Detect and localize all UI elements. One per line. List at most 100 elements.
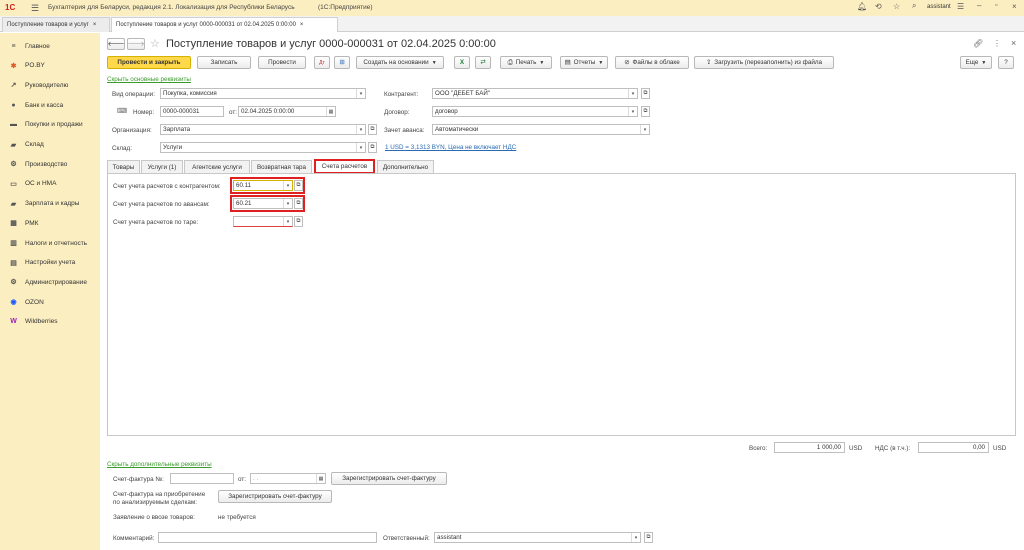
user-name[interactable]: assistant — [927, 4, 951, 10]
star-icon[interactable]: ☆ — [893, 2, 900, 11]
sidebar-item-9[interactable]: ▦ РМК — [0, 214, 100, 232]
restore-icon[interactable]: ▫ — [995, 2, 997, 9]
calendar-icon[interactable]: ▦ — [326, 107, 335, 116]
sidebar-item-2[interactable]: ↗ Руководителю — [0, 76, 100, 94]
counterparty-field[interactable]: ООО "ДЕБЕТ БАЙ" ▾ — [432, 88, 638, 99]
close-icon[interactable]: × — [300, 22, 304, 28]
open-link-icon[interactable]: ⧉ — [641, 106, 650, 117]
spark-icon: ✱ — [10, 62, 17, 70]
open-link-icon[interactable]: ⧉ — [368, 124, 377, 135]
history-icon[interactable]: ⟲ — [875, 2, 882, 11]
more-button[interactable]: Еще ▼ — [960, 56, 992, 69]
favorite-star-icon[interactable]: ☆ — [150, 37, 160, 50]
sidebar-item-8[interactable]: ▰ Зарплата и кадры — [0, 195, 100, 213]
minimize-icon[interactable]: – — [977, 1, 981, 10]
forward-button[interactable]: 🡒 — [127, 38, 145, 50]
sidebar-item-14[interactable]: W Wildberries — [0, 313, 100, 331]
operation-value: Покупка, комиссия — [163, 90, 217, 97]
number-field[interactable]: 0000-000031 — [160, 106, 224, 117]
print-button[interactable]: ⎙ Печать ▼ — [500, 56, 552, 69]
help-button[interactable]: ? — [998, 56, 1014, 69]
post-and-close-button[interactable]: Провести и закрыть — [107, 56, 191, 69]
contract-field[interactable]: договор ▾ — [432, 106, 638, 117]
sidebar-item-7[interactable]: ▭ ОС и НМА — [0, 175, 100, 193]
responsible-field[interactable]: assistant ▾ — [434, 532, 641, 543]
window-tab-document[interactable]: Поступление товаров и услуг 0000-000031 … — [111, 17, 338, 32]
excel-button[interactable]: X — [454, 56, 470, 69]
page-title: Поступление товаров и услуг 0000-000031 … — [166, 38, 496, 50]
chevron-down-icon[interactable]: ▾ — [356, 143, 365, 152]
hide-extra-details-link[interactable]: Скрыть дополнительные реквизиты — [107, 461, 212, 468]
register-invoice-button[interactable]: Зарегистрировать счет-фактуру — [331, 472, 447, 485]
invoice-date-field[interactable]: . . ▦ — [250, 473, 326, 484]
organization-field[interactable]: Зарплата ▾ — [160, 124, 366, 135]
sidebar-item-4[interactable]: ▬ Покупки и продажи — [0, 116, 100, 134]
create-based-button[interactable]: Создать на основании ▼ — [356, 56, 444, 69]
open-link-icon[interactable]: ⧉ — [641, 88, 650, 99]
reports-button[interactable]: ▤ Отчеты ▼ — [560, 56, 608, 69]
hamburger-icon[interactable]: ☰ — [31, 3, 39, 14]
tab-agent-services[interactable]: Агентские услуги — [184, 160, 250, 173]
chevron-down-icon[interactable]: ▾ — [283, 217, 292, 226]
open-link-icon[interactable]: ⧉ — [368, 142, 377, 153]
sidebar-item-0[interactable]: ≡ Главное — [0, 37, 100, 55]
acquisition-invoice-label: Счет-фактура на приобретение по анализир… — [113, 491, 206, 506]
sidebar-item-6[interactable]: ⚙ Производство — [0, 155, 100, 173]
chevron-down-icon[interactable]: ▾ — [628, 107, 637, 116]
sidebar-item-10[interactable]: ▥ Налоги и отчетность — [0, 234, 100, 252]
files-cloud-button[interactable]: ⊘ Файлы в облаке — [615, 56, 689, 69]
close-form-icon[interactable]: × — [1011, 38, 1016, 48]
chevron-down-icon[interactable]: ▾ — [356, 89, 365, 98]
invoice-number-field[interactable] — [170, 473, 234, 484]
settings-menu-icon[interactable]: ☰ — [957, 2, 964, 11]
chevron-down-icon[interactable]: ▾ — [631, 533, 640, 542]
chevron-down-icon[interactable]: ▾ — [640, 125, 649, 134]
wildberries-icon: W — [10, 318, 17, 326]
edo-button[interactable]: ⇄ — [475, 56, 491, 69]
tab-services[interactable]: Услуги (1) — [141, 160, 183, 173]
comment-field[interactable] — [158, 532, 377, 543]
vat-label: НДС (в т.ч.): — [875, 445, 911, 452]
tab-settlement-accounts[interactable]: Счета расчетов — [314, 159, 375, 174]
date-value: 02.04.2025 0:00:00 — [241, 108, 295, 115]
sidebar-item-label: Главное — [25, 42, 50, 50]
advance-offset-field[interactable]: Автоматически ▾ — [432, 124, 650, 135]
save-button[interactable]: Записать — [197, 56, 251, 69]
window-tab-list[interactable]: Поступление товаров и услуг × — [2, 17, 110, 32]
sidebar-item-3[interactable]: ● Банк и касса — [0, 96, 100, 114]
register-icon: ▦ — [10, 220, 17, 228]
close-icon[interactable]: × — [93, 22, 97, 28]
chevron-down-icon[interactable]: ▾ — [628, 89, 637, 98]
sidebar-item-13[interactable]: ◉ OZON — [0, 293, 100, 311]
warehouse-field[interactable]: Услуги ▾ — [160, 142, 366, 153]
dt-kt-button[interactable]: Дт — [314, 56, 330, 69]
hide-main-details-link[interactable]: Скрыть основные реквизиты — [107, 76, 191, 83]
sidebar-item-5[interactable]: ▰ Склад — [0, 136, 100, 154]
structure-button[interactable]: ⊞ — [334, 56, 350, 69]
open-link-icon[interactable]: ⧉ — [294, 216, 303, 227]
tab-returnable-tare[interactable]: Возвратная тара — [251, 160, 312, 173]
date-field[interactable]: 02.04.2025 0:00:00 ▦ — [238, 106, 336, 117]
search-icon[interactable]: ⌕ — [912, 1, 916, 11]
sidebar-item-12[interactable]: ⚙ Администрирование — [0, 273, 100, 291]
load-file-button[interactable]: ⇪ Загрузить (перезаполнить) из файла — [694, 56, 834, 69]
sidebar-item-11[interactable]: ▤ Настройки учета — [0, 254, 100, 272]
tare-account-field[interactable]: ▾ — [233, 216, 293, 227]
bell-icon[interactable]: 🔔︎ — [857, 2, 867, 11]
link-icon[interactable]: 🔗︎ — [973, 39, 983, 48]
calendar-icon[interactable]: ▦ — [316, 474, 325, 483]
sidebar-item-1[interactable]: ✱ PO.BY — [0, 57, 100, 75]
number-edit-icon[interactable]: ⌨ — [117, 107, 127, 115]
app-logo[interactable]: 1С — [5, 3, 15, 12]
more-menu-icon[interactable]: ⋮ — [993, 39, 1001, 48]
back-button[interactable]: 🡐 — [107, 38, 125, 50]
register-acquisition-invoice-button[interactable]: Зарегистрировать счет-фактуру — [218, 490, 332, 503]
operation-field[interactable]: Покупка, комиссия ▾ — [160, 88, 366, 99]
open-link-icon[interactable]: ⧉ — [644, 532, 653, 543]
tab-additional[interactable]: Дополнительно — [377, 160, 434, 173]
chevron-down-icon[interactable]: ▾ — [356, 125, 365, 134]
exchange-rate-link[interactable]: 1 USD = 3,1313 BYN, Цена не включает НДС — [385, 144, 516, 151]
close-window-icon[interactable]: × — [1012, 2, 1017, 11]
tab-goods[interactable]: Товары — [107, 160, 140, 173]
post-button[interactable]: Провести — [258, 56, 306, 69]
